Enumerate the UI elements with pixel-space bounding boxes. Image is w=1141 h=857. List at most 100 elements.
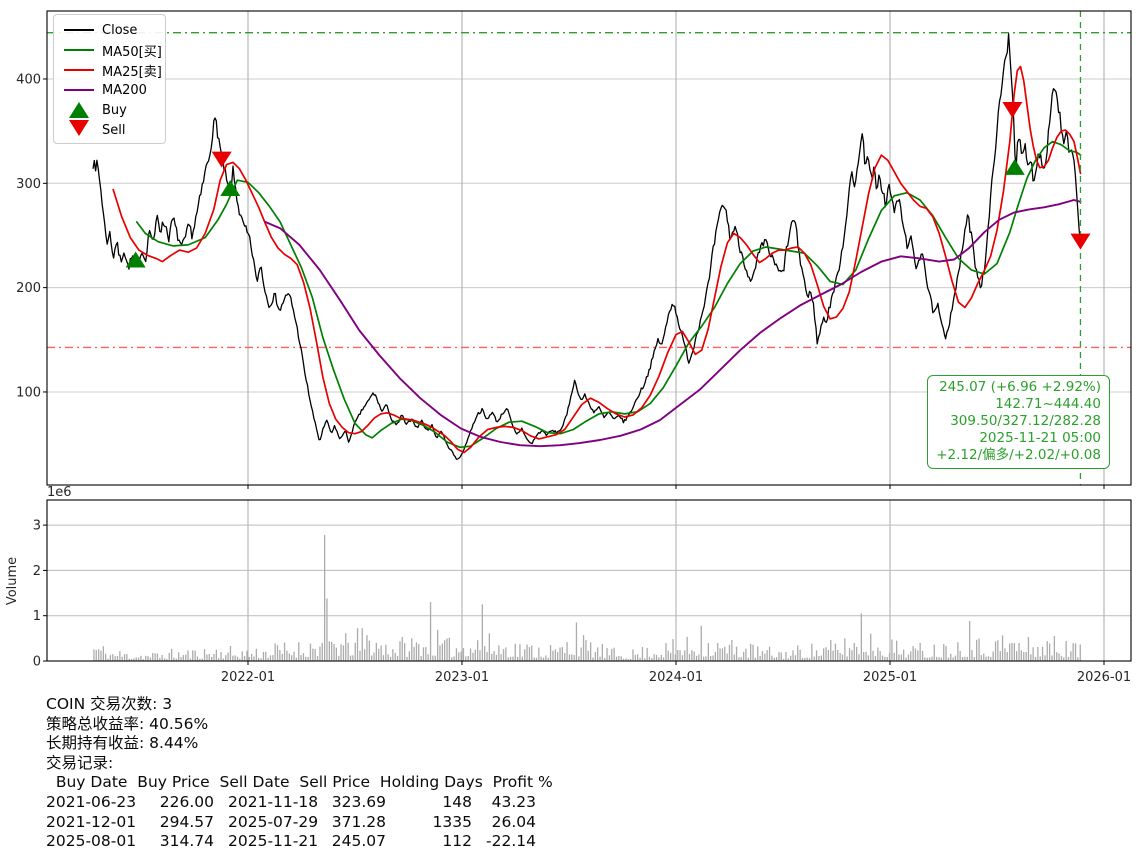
volume-bar [236, 656, 239, 661]
volume-bar [705, 656, 707, 661]
volume-bar [752, 644, 754, 661]
volume-bar [750, 643, 752, 661]
legend-item-ma25: MA25[卖] [61, 60, 165, 80]
volume-bar [1034, 657, 1037, 661]
volume-bar [375, 642, 377, 661]
legend-item-sell: Sell [61, 120, 165, 140]
volume-bar [672, 639, 674, 661]
trades-table: 2021-06-23 226.00 2021-11-18 323.69 148 43.23… [46, 793, 553, 852]
volume-bar [309, 643, 312, 661]
volume-bar [253, 656, 255, 661]
volume-bar [580, 647, 582, 661]
volume-bar [333, 644, 335, 661]
annotation-line-price: 245.07 (+6.96 +2.92%) [939, 379, 1101, 395]
volume-bar [792, 650, 794, 661]
volume-bar [997, 640, 999, 661]
x-tick-label: 2024-01 [649, 670, 703, 685]
volume-bar [234, 655, 236, 661]
legend-label: MA25[卖] [102, 64, 162, 80]
volume-bar [900, 654, 902, 661]
volume-bar [594, 652, 596, 661]
volume-bar [1058, 653, 1060, 661]
volume-bar [733, 654, 735, 661]
volume-bar [272, 655, 274, 661]
volume-bar [710, 656, 712, 661]
trade-cell: 2025-07-29 [228, 812, 319, 831]
volume-bar [116, 656, 119, 661]
volume-tick-label: 2 [33, 564, 41, 579]
volume-bar [917, 650, 919, 661]
volume-bar [491, 653, 493, 661]
sell-triangle-icon [69, 120, 89, 136]
volume-bar [479, 650, 481, 661]
volume-bar [187, 650, 189, 661]
volume-bar [225, 655, 227, 661]
volume-bar [220, 651, 222, 661]
volume-bar [921, 650, 924, 661]
volume-bar [552, 650, 554, 661]
volume-bar [568, 654, 571, 661]
volume-bar [698, 654, 700, 661]
trade-cell: 148 [442, 792, 472, 811]
volume-bar [1053, 636, 1055, 661]
volume-bar [959, 650, 961, 661]
volume-bar [335, 647, 337, 661]
stat-strategy-return: 策略总收益率: 40.56% [46, 714, 209, 733]
volume-bar [1030, 654, 1032, 661]
volume-bar [811, 643, 813, 661]
volume-bar [839, 652, 841, 661]
volume-bar [474, 649, 476, 661]
volume-bar [611, 648, 613, 661]
volume-bar [394, 652, 396, 661]
x-tick-label: 2023-01 [435, 670, 489, 685]
volume-bar [1032, 647, 1034, 661]
volume-bar [724, 646, 726, 661]
volume-bar [1065, 641, 1067, 661]
volume-bar [283, 642, 286, 661]
volume-bar [1079, 644, 1081, 661]
volume-bar [213, 654, 215, 661]
volume-bar [437, 629, 439, 661]
volume-bar [707, 643, 709, 661]
volume-bar [432, 655, 434, 661]
volume-bar [983, 653, 985, 661]
volume-bar [314, 649, 316, 661]
volume-bar [785, 652, 787, 661]
volume-bar [484, 646, 486, 661]
sell-marker [1002, 101, 1023, 118]
trade-cell: -22.14 [486, 832, 536, 851]
volume-bar [745, 648, 747, 661]
volume-bar [481, 604, 483, 661]
volume-bar [863, 652, 865, 661]
volume-bar [112, 654, 114, 661]
volume-bar [154, 653, 156, 661]
trade-cell: 2021-12-01 [46, 812, 137, 831]
volume-bar [679, 650, 681, 661]
volume-bar [764, 653, 766, 661]
legend-item-ma50: MA50[买] [61, 40, 165, 60]
volume-bar [467, 656, 469, 661]
volume-bar [319, 646, 321, 661]
volume-bar [316, 656, 319, 661]
volume-bar [455, 648, 458, 661]
volume-bar [500, 654, 502, 661]
volume-bar [943, 644, 945, 661]
volume-bar [232, 655, 234, 661]
volume-bar [486, 651, 488, 661]
trade-cell: 294.57 [159, 812, 214, 831]
volume-bar [326, 598, 328, 661]
volume-bar [119, 651, 121, 661]
volume-bar [820, 655, 822, 661]
volume-bar [578, 656, 580, 661]
volume-bar [1025, 652, 1027, 661]
price-y-axis-labels: 100 200 300 400 [16, 73, 41, 401]
volume-bar [262, 651, 265, 661]
annotation-box: 245.07 (+6.96 +2.92%) 142.71~444.40 309.… [927, 375, 1110, 469]
volume-bar [540, 656, 542, 661]
volume-bar [674, 654, 676, 661]
volume-bar [324, 535, 326, 661]
volume-tick-label: 3 [33, 519, 41, 534]
volume-bar [717, 643, 719, 661]
volume-bar [359, 650, 361, 661]
volume-bar [469, 648, 472, 661]
